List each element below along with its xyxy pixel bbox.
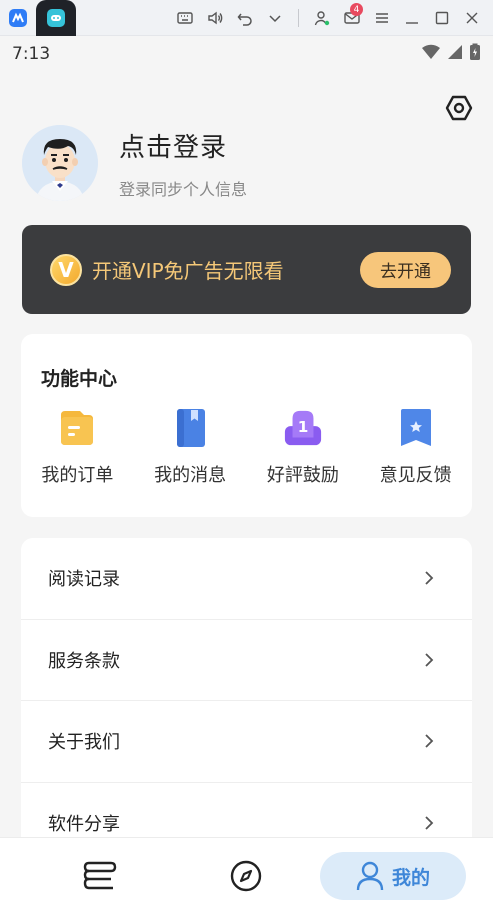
function-item-feedback[interactable]: 意见反馈: [359, 408, 472, 487]
status-bar: 7:13: [0, 36, 493, 72]
nav-bookshelf[interactable]: [76, 852, 124, 900]
volume-icon[interactable]: [202, 5, 228, 31]
keyboard-icon[interactable]: [172, 5, 198, 31]
function-item-orders[interactable]: 我的订单: [21, 408, 134, 487]
menu-item-label: 服务条款: [48, 650, 120, 672]
user-icon: [356, 861, 384, 891]
nav-my[interactable]: 我的: [320, 852, 466, 900]
login-subtitle: 登录同步个人信息: [119, 179, 248, 199]
status-time: 7:13: [12, 44, 51, 64]
message-icon: [170, 408, 210, 448]
chevron-right-icon: [425, 816, 434, 830]
avatar[interactable]: [22, 125, 98, 201]
function-item-rating[interactable]: 1 好評鼓励: [247, 408, 360, 487]
signal-icon: [447, 44, 463, 65]
chevron-down-icon[interactable]: [262, 5, 288, 31]
toolbar-divider: [298, 9, 299, 27]
mail-badge: 4: [350, 3, 363, 16]
function-item-label: 意见反馈: [379, 465, 452, 486]
feedback-icon: [396, 408, 436, 448]
wifi-icon: [421, 44, 441, 65]
account-icon[interactable]: [309, 5, 335, 31]
function-item-label: 我的订单: [41, 465, 114, 486]
function-item-label: 好評鼓励: [266, 465, 339, 486]
chevron-right-icon: [425, 653, 434, 667]
close-icon[interactable]: [459, 5, 485, 31]
function-item-messages[interactable]: 我的消息: [134, 408, 247, 487]
menu-item-about[interactable]: 关于我们: [21, 701, 472, 783]
menu-item-label: 阅读记录: [48, 569, 120, 591]
function-item-label: 我的消息: [154, 465, 227, 486]
menu-item-reading-history[interactable]: 阅读记录: [21, 538, 472, 620]
emulator-tab-app[interactable]: [36, 0, 76, 36]
vip-promo-text: 开通VIP免广告无限看: [92, 259, 284, 283]
emulator-tab-multi-instance[interactable]: [0, 0, 36, 36]
menu-item-terms[interactable]: 服务条款: [21, 620, 472, 701]
compass-icon: [230, 860, 262, 892]
menu-item-label: 软件分享: [48, 813, 120, 835]
rating-icon-text: 1: [298, 418, 309, 436]
rating-icon: 1: [283, 408, 323, 448]
maximize-icon[interactable]: [429, 5, 455, 31]
chevron-right-icon: [425, 734, 434, 748]
mail-icon[interactable]: 4: [339, 3, 365, 31]
function-center-card: 功能中心 我的订单 我的消息 1 好評鼓励 意见反馈: [21, 334, 472, 517]
minimize-icon[interactable]: [399, 5, 425, 31]
battery-icon: [469, 43, 481, 66]
profile-section[interactable]: 点击登录 登录同步个人信息: [22, 125, 247, 201]
settings-hexagon-icon: [445, 95, 473, 121]
emulator-title-bar: 4: [0, 0, 493, 36]
menu-item-label: 关于我们: [48, 732, 120, 754]
vip-open-button[interactable]: 去开通: [360, 251, 451, 288]
multi-instance-icon: [9, 8, 27, 27]
gamepad-app-icon: [47, 8, 65, 27]
vip-badge-icon: V: [50, 253, 82, 286]
nav-discover[interactable]: [222, 852, 270, 900]
back-icon[interactable]: [232, 5, 258, 31]
function-center-title: 功能中心: [41, 368, 118, 390]
vip-banner[interactable]: V 开通VIP免广告无限看 去开通: [22, 225, 471, 314]
phone-screen: 7:13 点击登录 登录同步个人信息 V 开通VIP免广告无限看 去开通 功能中…: [0, 36, 493, 913]
menu-icon[interactable]: [369, 5, 395, 31]
cartoon-avatar-icon: [22, 125, 98, 201]
login-title[interactable]: 点击登录: [119, 127, 247, 164]
bottom-navigation: 我的: [0, 837, 493, 913]
settings-menu-list: 阅读记录 服务条款 关于我们 软件分享: [21, 538, 472, 878]
nav-my-label: 我的: [391, 866, 430, 889]
settings-button[interactable]: [445, 94, 473, 122]
bookshelf-icon: [83, 861, 117, 890]
order-icon: [57, 408, 97, 448]
chevron-right-icon: [425, 571, 434, 585]
